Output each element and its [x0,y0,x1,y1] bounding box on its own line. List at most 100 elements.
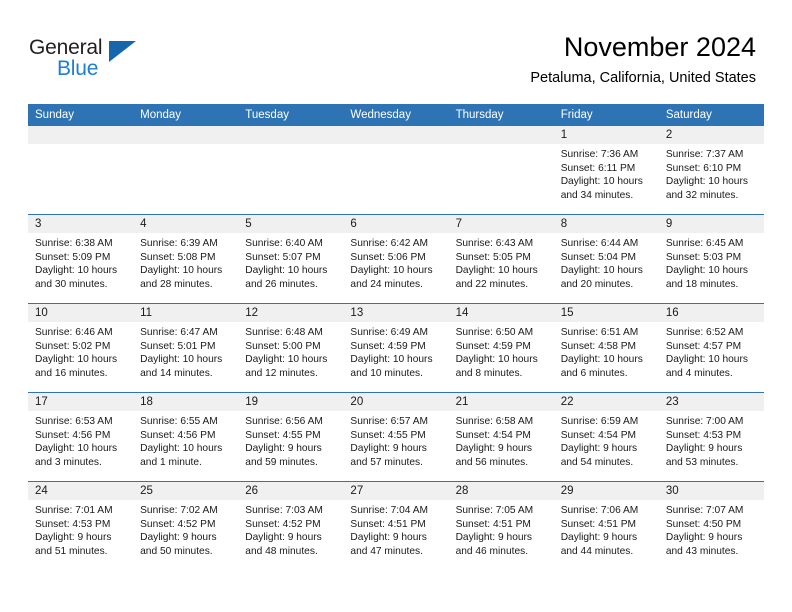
daylight-duration-line1: Daylight: 9 hours [665,443,743,455]
calendar-day-cell[interactable]: 25 Sunrise: 7:02 AM Sunset: 4:52 PM Dayligh… [133,481,239,570]
day-cell-inner: 12 Sunrise: 6:48 AM Sunset: 5:00 PM Dayligh… [238,304,344,392]
calendar-day-cell[interactable]: 6 Sunrise: 6:42 AM Sunset: 5:06 PM Daylight… [343,214,449,304]
calendar-day-cell[interactable]: 4 Sunrise: 6:39 AM Sunset: 5:08 PM Daylight… [133,214,239,304]
calendar-day-cell[interactable]: 1 Sunrise: 7:36 AM Sunset: 6:11 PM Daylight… [553,126,659,215]
title-block: November 2024 Petaluma, California, Unit… [530,30,756,89]
calendar-day-cell[interactable]: 26 Sunrise: 7:03 AM Sunset: 4:52 PM Dayligh… [238,481,344,570]
daylight-duration-line2: and 57 minutes. [350,456,423,468]
day-cell-inner: 21 Sunrise: 6:58 AM Sunset: 4:54 PM Dayligh… [448,393,554,481]
day-details: Sunrise: 7:36 AM Sunset: 6:11 PM Daylight:… [554,144,659,202]
calendar-day-cell[interactable]: 8 Sunrise: 6:44 AM Sunset: 5:04 PM Daylight… [553,214,659,304]
daylight-duration-line1: Daylight: 9 hours [35,532,112,544]
day-details: Sunrise: 6:53 AM Sunset: 4:56 PM Daylight:… [28,411,133,469]
daylight-duration-line1: Daylight: 9 hours [140,532,217,544]
sunrise-sunset-calendar: Sunday Monday Tuesday Wednesday Thursday… [28,104,764,570]
calendar-day-cell[interactable]: 29 Sunrise: 7:06 AM Sunset: 4:51 PM Dayligh… [553,481,659,570]
sunrise-time: Sunrise: 6:53 AM [35,416,113,427]
sunset-time: Sunset: 4:56 PM [35,429,111,441]
calendar-day-cell[interactable]: 24 Sunrise: 7:01 AM Sunset: 4:53 PM Dayligh… [28,481,134,570]
day-number: 16 [658,304,764,322]
day-cell-inner [28,126,134,214]
weekday-header-monday: Monday [133,104,239,126]
calendar-day-cell[interactable]: 10 Sunrise: 6:46 AM Sunset: 5:02 PM Dayligh… [28,303,134,393]
day-number: 17 [28,393,134,411]
page-header: General Blue November 2024 Petaluma, Cal… [0,0,792,103]
daylight-duration-line1: Daylight: 10 hours [35,443,118,455]
daylight-duration-line1: Daylight: 10 hours [245,265,328,277]
daylight-duration-line1: Daylight: 10 hours [560,265,643,277]
daylight-duration-line2: and 16 minutes. [35,367,108,379]
daylight-duration-line1: Daylight: 10 hours [140,443,223,455]
calendar-day-cell[interactable]: 2 Sunrise: 7:37 AM Sunset: 6:10 PM Daylight… [658,126,764,215]
weekday-header-thursday: Thursday [448,104,554,126]
day-number: 12 [238,304,344,322]
day-cell-inner [238,126,344,214]
calendar-day-cell[interactable]: 28 Sunrise: 7:05 AM Sunset: 4:51 PM Dayligh… [448,481,554,570]
day-number: 4 [133,215,239,233]
daylight-duration-line2: and 6 minutes. [560,367,628,379]
calendar-day-cell[interactable]: 19 Sunrise: 6:56 AM Sunset: 4:55 PM Dayligh… [238,392,344,482]
calendar-day-cell[interactable]: 3 Sunrise: 6:38 AM Sunset: 5:09 PM Daylight… [28,214,134,304]
day-cell-inner: 9 Sunrise: 6:45 AM Sunset: 5:03 PM Daylight… [658,215,764,303]
sunrise-time: Sunrise: 6:59 AM [560,416,639,427]
calendar-week-row: 1 Sunrise: 7:36 AM Sunset: 6:11 PM Daylight… [28,126,764,215]
sunrise-time: Sunrise: 7:02 AM [140,505,218,516]
day-details: Sunrise: 7:37 AM Sunset: 6:10 PM Daylight:… [659,144,764,202]
sunset-time: Sunset: 4:53 PM [35,518,111,530]
day-cell-inner: 28 Sunrise: 7:05 AM Sunset: 4:51 PM Dayligh… [448,482,554,570]
daylight-duration-line2: and 20 minutes. [560,278,634,290]
calendar-day-cell[interactable]: 20 Sunrise: 6:57 AM Sunset: 4:55 PM Dayligh… [343,392,449,482]
sunrise-time: Sunrise: 6:50 AM [455,327,534,338]
calendar-day-cell[interactable]: 7 Sunrise: 6:43 AM Sunset: 5:05 PM Daylight… [448,214,554,304]
location-subtitle: Petaluma, California, United States [530,70,756,86]
day-number: 11 [133,304,239,322]
day-number: 3 [28,215,134,233]
general-blue-logo[interactable]: General Blue [29,36,159,82]
sunrise-time: Sunrise: 7:05 AM [455,505,534,516]
calendar-day-cell[interactable]: 27 Sunrise: 7:04 AM Sunset: 4:51 PM Dayligh… [343,481,449,570]
day-details: Sunrise: 6:38 AM Sunset: 5:09 PM Daylight:… [28,233,133,291]
calendar-body: 1 Sunrise: 7:36 AM Sunset: 6:11 PM Daylight… [28,126,764,570]
calendar-day-cell[interactable]: 11 Sunrise: 6:47 AM Sunset: 5:01 PM Dayligh… [133,303,239,393]
calendar-day-cell[interactable]: 30 Sunrise: 7:07 AM Sunset: 4:50 PM Dayligh… [658,481,764,570]
calendar-day-cell[interactable]: 23 Sunrise: 7:00 AM Sunset: 4:53 PM Dayligh… [658,392,764,482]
calendar-day-cell[interactable]: 17 Sunrise: 6:53 AM Sunset: 4:56 PM Dayligh… [28,392,134,482]
sunrise-time: Sunrise: 6:48 AM [245,327,323,338]
day-details: Sunrise: 6:39 AM Sunset: 5:08 PM Daylight:… [133,233,238,291]
calendar-day-cell[interactable]: 15 Sunrise: 6:51 AM Sunset: 4:58 PM Dayligh… [553,303,659,393]
calendar-day-cell[interactable]: 12 Sunrise: 6:48 AM Sunset: 5:00 PM Dayligh… [238,303,344,393]
calendar-day-cell[interactable]: 13 Sunrise: 6:49 AM Sunset: 4:59 PM Dayligh… [343,303,449,393]
day-details: Sunrise: 6:55 AM Sunset: 4:56 PM Daylight:… [133,411,238,469]
daylight-duration-line2: and 32 minutes. [665,189,739,201]
day-cell-inner [133,126,239,214]
sunset-time: Sunset: 6:11 PM [560,162,636,174]
sunset-time: Sunset: 4:51 PM [560,518,637,530]
daylight-duration-line2: and 28 minutes. [140,278,213,290]
daylight-duration-line1: Daylight: 9 hours [665,532,743,544]
sunset-time: Sunset: 4:59 PM [455,340,531,352]
calendar-week-row: 3 Sunrise: 6:38 AM Sunset: 5:09 PM Daylight… [28,214,764,304]
sunset-time: Sunset: 4:59 PM [350,340,426,352]
day-details: Sunrise: 7:04 AM Sunset: 4:51 PM Daylight:… [343,500,448,558]
day-number [28,126,134,144]
calendar-day-cell[interactable]: 5 Sunrise: 6:40 AM Sunset: 5:07 PM Daylight… [238,214,344,304]
calendar-day-cell[interactable]: 18 Sunrise: 6:55 AM Sunset: 4:56 PM Dayligh… [133,392,239,482]
calendar-day-cell[interactable]: 14 Sunrise: 6:50 AM Sunset: 4:59 PM Dayligh… [448,303,554,393]
calendar-day-cell[interactable]: 9 Sunrise: 6:45 AM Sunset: 5:03 PM Daylight… [658,214,764,304]
daylight-duration-line2: and 59 minutes. [245,456,318,468]
calendar-day-cell-empty [238,126,344,215]
calendar-day-cell[interactable]: 16 Sunrise: 6:52 AM Sunset: 4:57 PM Dayligh… [658,303,764,393]
sunrise-time: Sunrise: 6:52 AM [665,327,744,338]
weekday-header-wednesday: Wednesday [343,104,449,126]
calendar-day-cell[interactable]: 22 Sunrise: 6:59 AM Sunset: 4:54 PM Dayligh… [553,392,659,482]
weekday-header-sunday: Sunday [28,104,134,126]
calendar-day-cell[interactable]: 21 Sunrise: 6:58 AM Sunset: 4:54 PM Dayligh… [448,392,554,482]
daylight-duration-line1: Daylight: 10 hours [35,265,118,277]
day-number: 25 [133,482,239,500]
sunset-time: Sunset: 5:06 PM [350,251,426,263]
daylight-duration-line2: and 44 minutes. [560,545,634,557]
day-number: 26 [238,482,344,500]
daylight-duration-line2: and 48 minutes. [245,545,318,557]
daylight-duration-line2: and 30 minutes. [35,278,108,290]
day-cell-inner: 17 Sunrise: 6:53 AM Sunset: 4:56 PM Dayligh… [28,393,134,481]
